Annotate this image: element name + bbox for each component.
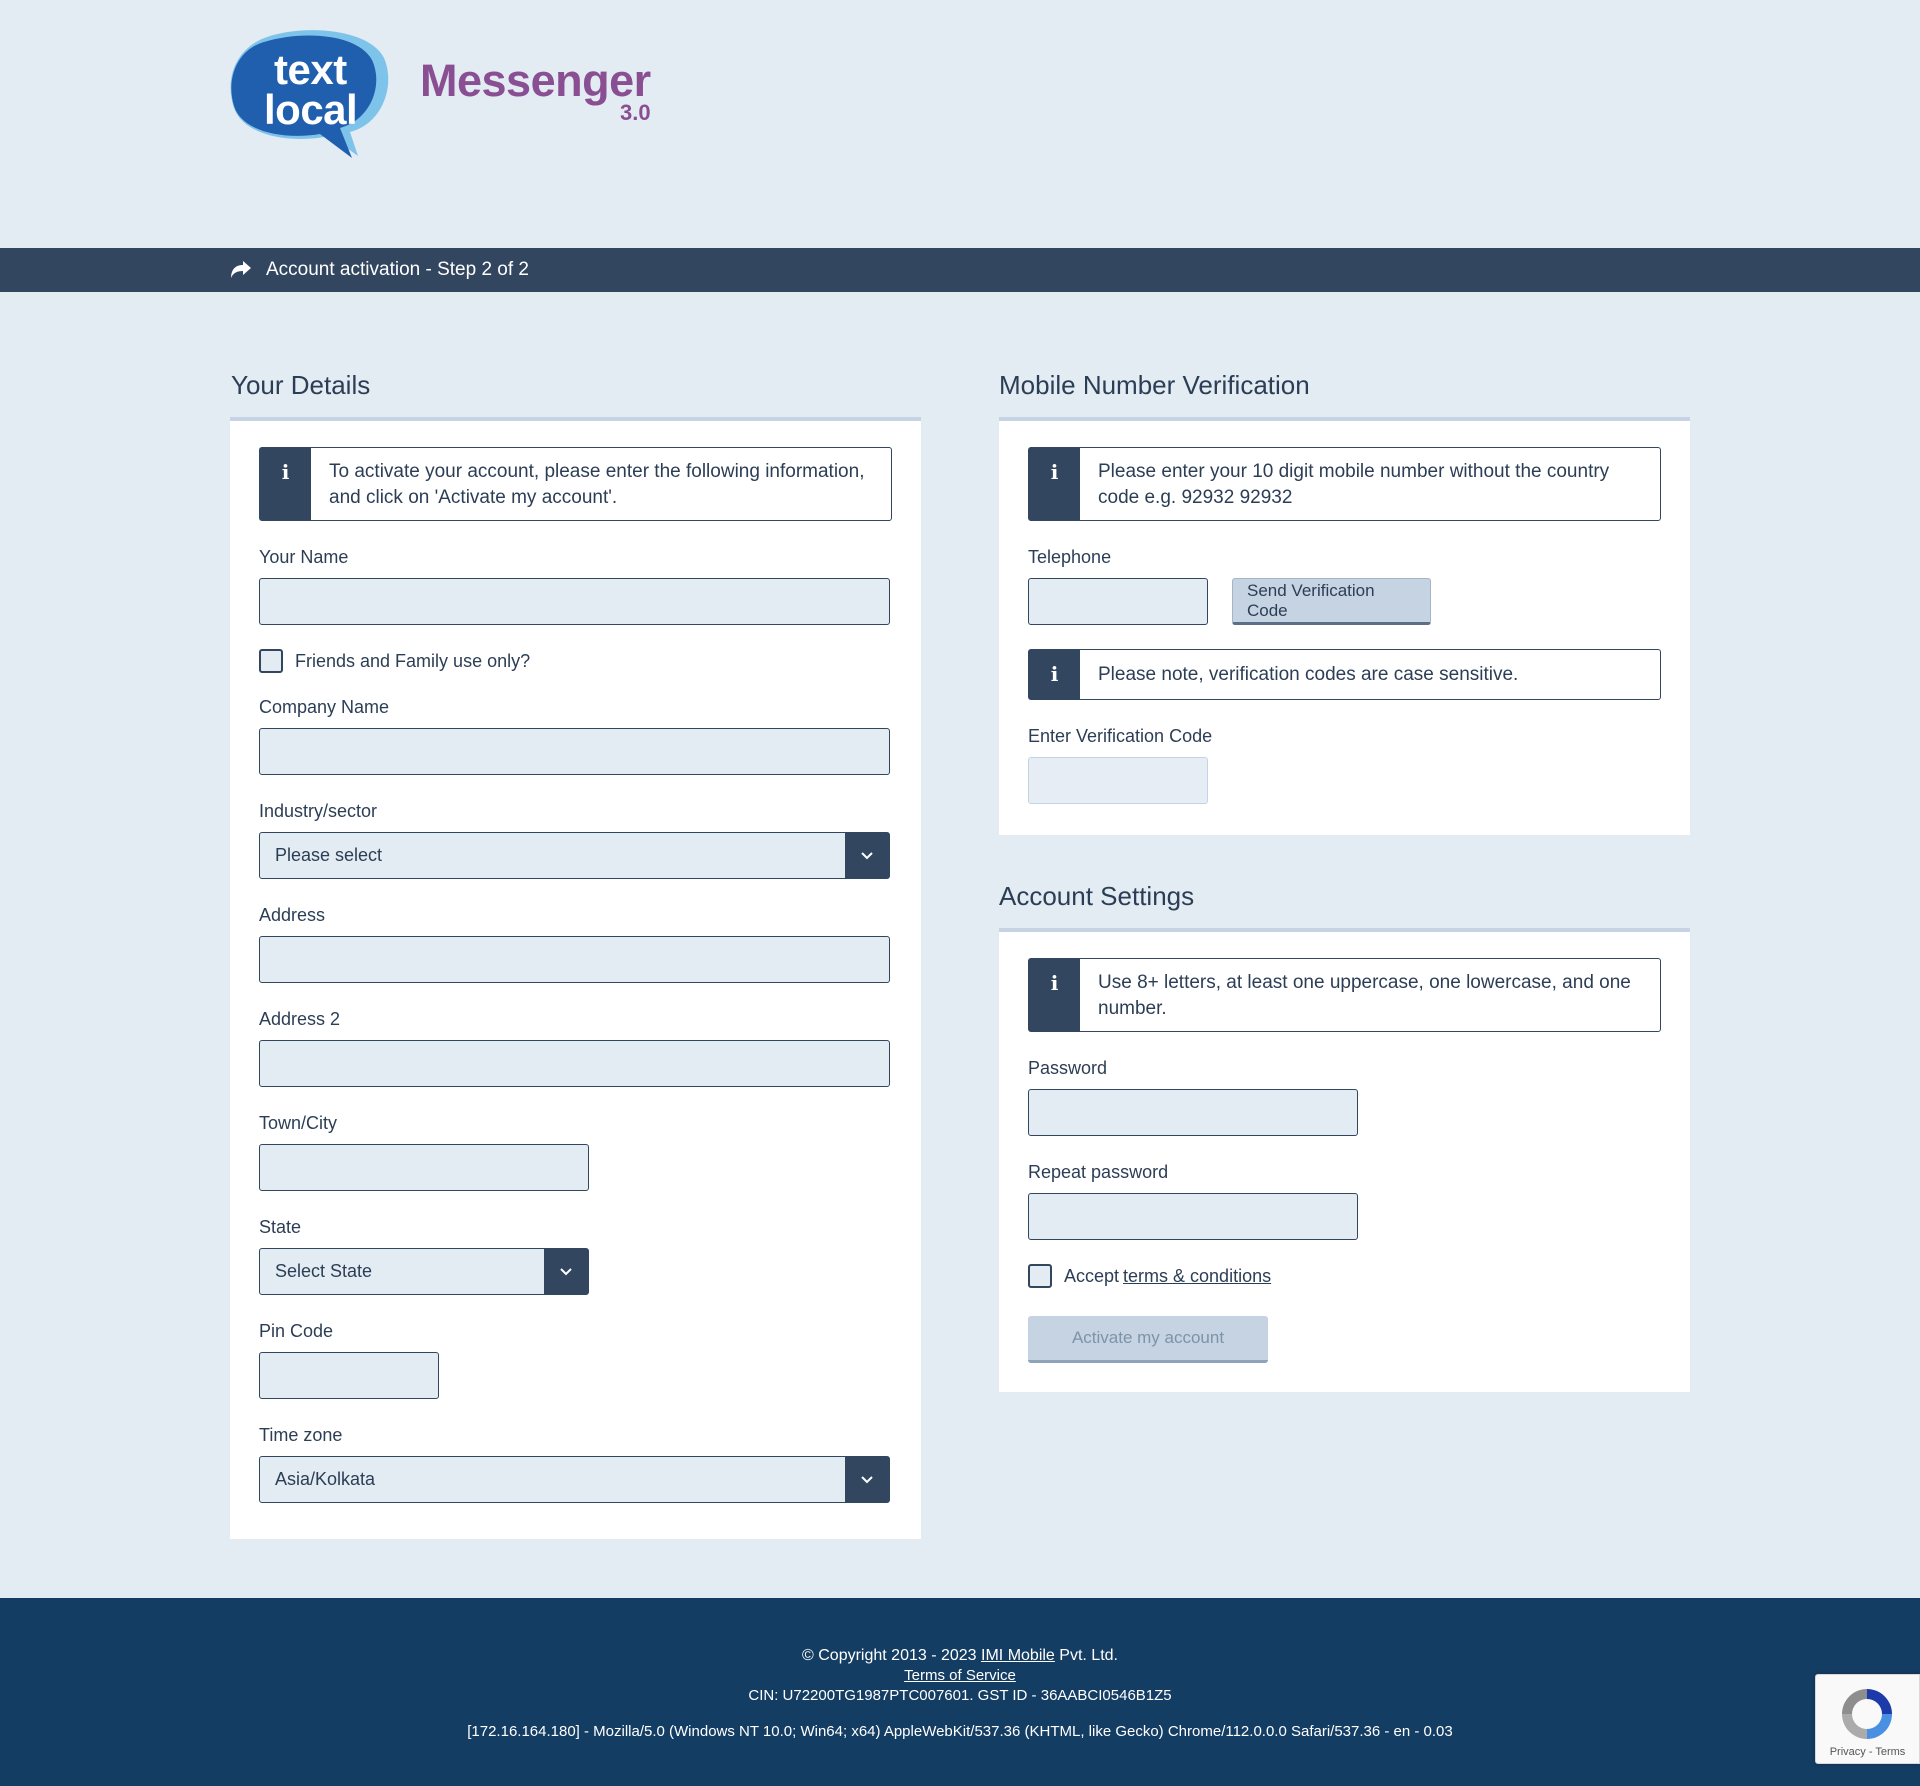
industry-select-value: Please select: [275, 845, 383, 865]
copyright-prefix: © Copyright 2013 - 2023: [802, 1647, 977, 1664]
address-input[interactable]: [259, 936, 890, 983]
state-select-value: Select State: [275, 1261, 373, 1281]
state-select[interactable]: Select State: [259, 1248, 589, 1295]
timezone-select[interactable]: Asia/Kolkata: [259, 1456, 890, 1503]
send-verification-button[interactable]: Send Verification Code: [1232, 578, 1431, 625]
logo-text-line2: local: [264, 86, 358, 133]
address-label: Address: [259, 905, 326, 925]
password-input[interactable]: [1028, 1089, 1358, 1136]
product-name: Messenger: [420, 55, 651, 106]
state-label: State: [259, 1217, 302, 1237]
info-icon: i: [260, 448, 311, 520]
case-sensitive-note: i Please note, verification codes are ca…: [1028, 649, 1661, 700]
recaptcha-privacy-terms[interactable]: Privacy - Terms: [1816, 1746, 1919, 1758]
activate-account-button[interactable]: Activate my account: [1028, 1316, 1268, 1363]
copyright-suffix: Pvt. Ltd.: [1059, 1647, 1118, 1664]
step-title: Account activation - Step 2 of 2: [266, 259, 529, 280]
chevron-down-icon[interactable]: [845, 1457, 889, 1502]
timezone-select-value: Asia/Kolkata: [275, 1469, 376, 1489]
footer: © Copyright 2013 - 2023 IMI Mobile Pvt. …: [0, 1598, 1920, 1786]
footer-cin: CIN: U72200TG1987PTC007601. GST ID - 36A…: [748, 1687, 1172, 1704]
your-details-panel: i To activate your account, please enter…: [230, 417, 921, 1539]
chevron-down-icon[interactable]: [845, 833, 889, 878]
industry-label: Industry/sector: [259, 801, 378, 821]
mobile-verification-panel: i Please enter your 10 digit mobile numb…: [999, 417, 1690, 835]
chevron-down-icon[interactable]: [544, 1249, 588, 1294]
address2-label: Address 2: [259, 1009, 341, 1029]
imi-mobile-link[interactable]: IMI Mobile: [981, 1647, 1055, 1664]
repeat-password-input[interactable]: [1028, 1193, 1358, 1240]
town-label: Town/City: [259, 1113, 338, 1133]
terms-conditions-link[interactable]: terms & conditions: [1123, 1266, 1271, 1287]
step-bar: Account activation - Step 2 of 2: [0, 248, 1920, 292]
share-arrow-icon: [230, 260, 252, 280]
mobile-verification-title: Mobile Number Verification: [999, 370, 1310, 400]
account-settings-panel: i Use 8+ letters, at least one uppercase…: [999, 928, 1690, 1392]
company-name-label: Company Name: [259, 697, 390, 717]
pin-code-label: Pin Code: [259, 1321, 334, 1341]
password-label: Password: [1028, 1058, 1108, 1078]
verification-code-label: Enter Verification Code: [1028, 726, 1213, 746]
your-name-input[interactable]: [259, 578, 890, 625]
mobile-info-text: Please enter your 10 digit mobile number…: [1098, 461, 1610, 508]
industry-select[interactable]: Please select: [259, 832, 890, 879]
textlocal-logo: text local: [230, 28, 392, 162]
brand-logo[interactable]: text local Messenger 3.0: [230, 28, 651, 162]
company-name-input[interactable]: [259, 728, 890, 775]
mobile-info-box: i Please enter your 10 digit mobile numb…: [1028, 447, 1661, 521]
recaptcha-badge[interactable]: Privacy - Terms: [1815, 1674, 1920, 1764]
timezone-label: Time zone: [259, 1425, 343, 1445]
accept-label: Accept: [1064, 1265, 1120, 1286]
town-input[interactable]: [259, 1144, 589, 1191]
telephone-input[interactable]: [1028, 578, 1208, 625]
accept-terms-checkbox[interactable]: [1028, 1264, 1052, 1288]
password-info-box: i Use 8+ letters, at least one uppercase…: [1028, 958, 1661, 1032]
info-icon: i: [1029, 650, 1080, 699]
terms-of-service-link[interactable]: Terms of Service: [904, 1667, 1016, 1684]
details-info-box: i To activate your account, please enter…: [259, 447, 892, 521]
address2-input[interactable]: [259, 1040, 890, 1087]
footer-user-agent: [172.16.164.180] - Mozilla/5.0 (Windows …: [467, 1723, 1453, 1740]
pin-code-input[interactable]: [259, 1352, 439, 1399]
password-info-text: Use 8+ letters, at least one uppercase, …: [1098, 972, 1631, 1019]
case-sensitive-text: Please note, verification codes are case…: [1098, 664, 1519, 685]
logo-text-line1: text: [274, 46, 347, 93]
repeat-password-label: Repeat password: [1028, 1162, 1169, 1182]
friends-family-label: Friends and Family use only?: [295, 650, 531, 671]
info-icon: i: [1029, 448, 1080, 520]
friends-family-checkbox[interactable]: [259, 649, 283, 673]
details-info-text: To activate your account, please enter t…: [329, 461, 865, 508]
your-name-label: Your Name: [259, 547, 349, 567]
recaptcha-icon: [1836, 1683, 1898, 1750]
footer-copyright: © Copyright 2013 - 2023 IMI Mobile Pvt. …: [0, 1646, 1920, 1666]
accept-terms-row[interactable]: Accept terms & conditions: [1028, 1264, 1661, 1288]
info-icon: i: [1029, 959, 1080, 1031]
friends-family-row[interactable]: Friends and Family use only?: [259, 649, 892, 673]
telephone-label: Telephone: [1028, 547, 1112, 567]
account-settings-title: Account Settings: [999, 881, 1195, 911]
verification-code-input[interactable]: [1028, 757, 1208, 804]
your-details-title: Your Details: [231, 370, 371, 400]
product-title: Messenger 3.0: [420, 58, 651, 124]
